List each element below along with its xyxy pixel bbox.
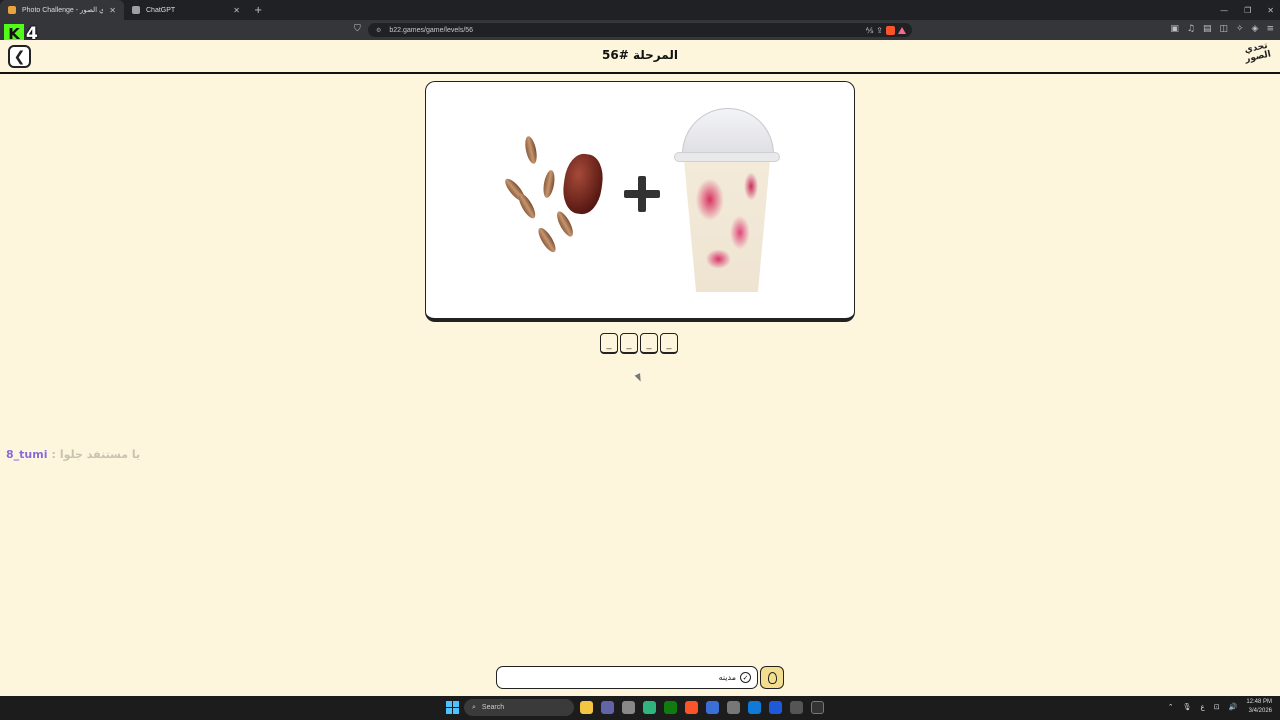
tab-title: Photo Challenge - تحدي الصور [22,7,104,14]
clock[interactable]: 12:48 PM 3/4/2026 [1246,698,1272,716]
task-view-icon[interactable] [790,701,803,714]
close-icon[interactable]: ✕ [233,6,240,15]
site-info-icon[interactable]: ⚙ [376,27,381,34]
minimize-icon[interactable]: — [1220,6,1228,15]
settings-icon[interactable] [622,701,635,714]
url-actions: ⅍ ⇪ [866,23,906,37]
answer-input[interactable] [497,673,736,682]
tab-chatgpt[interactable]: ChatGPT ✕ [124,0,248,20]
chat-separator: : [51,448,56,461]
defender-icon[interactable] [706,701,719,714]
back-button[interactable]: ❮ [8,45,31,68]
hint-button[interactable] [760,666,784,689]
file-explorer-icon[interactable] [580,701,593,714]
letter-slot[interactable]: _ [660,333,678,354]
share-icon[interactable]: ⇪ [876,26,883,35]
snipping-tool-icon[interactable] [727,701,740,714]
reader-icon[interactable]: ▤ [1203,24,1212,34]
microphone-icon[interactable]: 🎙 [1183,703,1192,711]
chevron-up-icon[interactable]: ⌃ [1168,703,1174,711]
restore-icon[interactable]: ❐ [1244,6,1251,15]
media-icon[interactable]: ♫ [1187,24,1195,34]
volume-icon[interactable]: 🔊 [1229,703,1238,711]
taskbar-apps [580,701,824,714]
chat-username: 8_tumi [6,448,48,461]
taskbar-search[interactable]: ⌕ Search [464,699,574,716]
search-label: Search [481,704,505,711]
url-field[interactable]: ⚙ b22.games/game/levels/56 ⅍ ⇪ [368,23,912,37]
translate-icon[interactable]: ⅍ [866,26,874,35]
plus-icon [624,176,660,212]
terminal-icon[interactable] [811,701,824,714]
answer-slots: _ _ _ _ [600,333,678,354]
windows-start-icon[interactable] [446,701,459,714]
url-text: b22.games/game/levels/56 [389,26,474,34]
milkshake-cup-icon [672,108,782,293]
bookmark-icon[interactable]: ⛉ [354,24,361,34]
edge-icon[interactable] [748,701,761,714]
site-favicon-icon [8,6,16,14]
store-icon[interactable] [769,701,782,714]
menu-icon[interactable]: ≡ [1266,24,1274,34]
new-tab-icon[interactable]: + [254,5,262,16]
xbox-icon[interactable] [664,701,677,714]
site-logo[interactable]: تحدي الصور [1242,41,1275,72]
puzzle-image-card [425,81,855,322]
letter-slot[interactable]: _ [600,333,618,354]
taskbar: ⌕ Search ⌃ 🎙 ع ⊡ 🔊 12:48 PM 3/4/2026 [0,696,1280,720]
brave-shield-icon[interactable] [886,25,895,35]
split-view-icon[interactable]: ◫ [1219,24,1228,34]
sidebar-icon[interactable]: ▣ [1170,24,1179,34]
stream-chat-message: 8_tumi : يا مستنفد جلوا [6,448,140,461]
page-title: المرحلة #56 [602,48,678,62]
extensions-icon[interactable]: ✧ [1236,24,1244,34]
network-icon[interactable]: ⊡ [1214,703,1220,711]
submit-check-icon[interactable]: ✓ [740,672,751,683]
chatgpt-favicon-icon [132,6,140,14]
chat-text: يا مستنفد جلوا [59,448,141,461]
lightbulb-icon [767,671,777,684]
letter-slot[interactable]: _ [620,333,638,354]
app-icon[interactable] [643,701,656,714]
letter-slot[interactable]: _ [640,333,658,354]
address-bar-row: ⛉ ⚙ b22.games/game/levels/56 ⅍ ⇪ ▣ ♫ ▤ ◫… [0,20,1280,40]
dates-icon [502,130,616,270]
brave-browser-icon[interactable] [685,701,698,714]
system-tray: ⌃ 🎙 ع ⊡ 🔊 12:48 PM 3/4/2026 [1168,698,1272,716]
tab-title: ChatGPT [146,6,176,14]
tab-photo-challenge[interactable]: Photo Challenge - تحدي الصور ✕ [0,0,124,20]
search-icon: ⌕ [472,703,476,711]
mouse-cursor-icon [634,373,644,383]
teams-icon[interactable] [601,701,614,714]
clock-time: 12:48 PM [1246,699,1272,705]
close-window-icon[interactable]: ✕ [1267,6,1274,15]
browser-tab-bar: Photo Challenge - تحدي الصور ✕ ChatGPT ✕… [0,0,1280,20]
vpn-icon[interactable]: ◈ [1252,24,1259,34]
toolbar-icons: ▣ ♫ ▤ ◫ ✧ ◈ ≡ [1170,24,1274,34]
language-indicator[interactable]: ع [1201,703,1205,711]
close-icon[interactable]: ✕ [109,6,116,15]
window-controls: — ❐ ✕ [1220,0,1274,20]
answer-input-container: ✓ [496,666,758,689]
clock-date: 3/4/2026 [1248,708,1272,714]
page-header: ❮ المرحلة #56 تحدي الصور [0,40,1280,74]
brave-rewards-icon[interactable] [898,26,906,34]
chevron-left-icon: ❮ [13,48,26,65]
